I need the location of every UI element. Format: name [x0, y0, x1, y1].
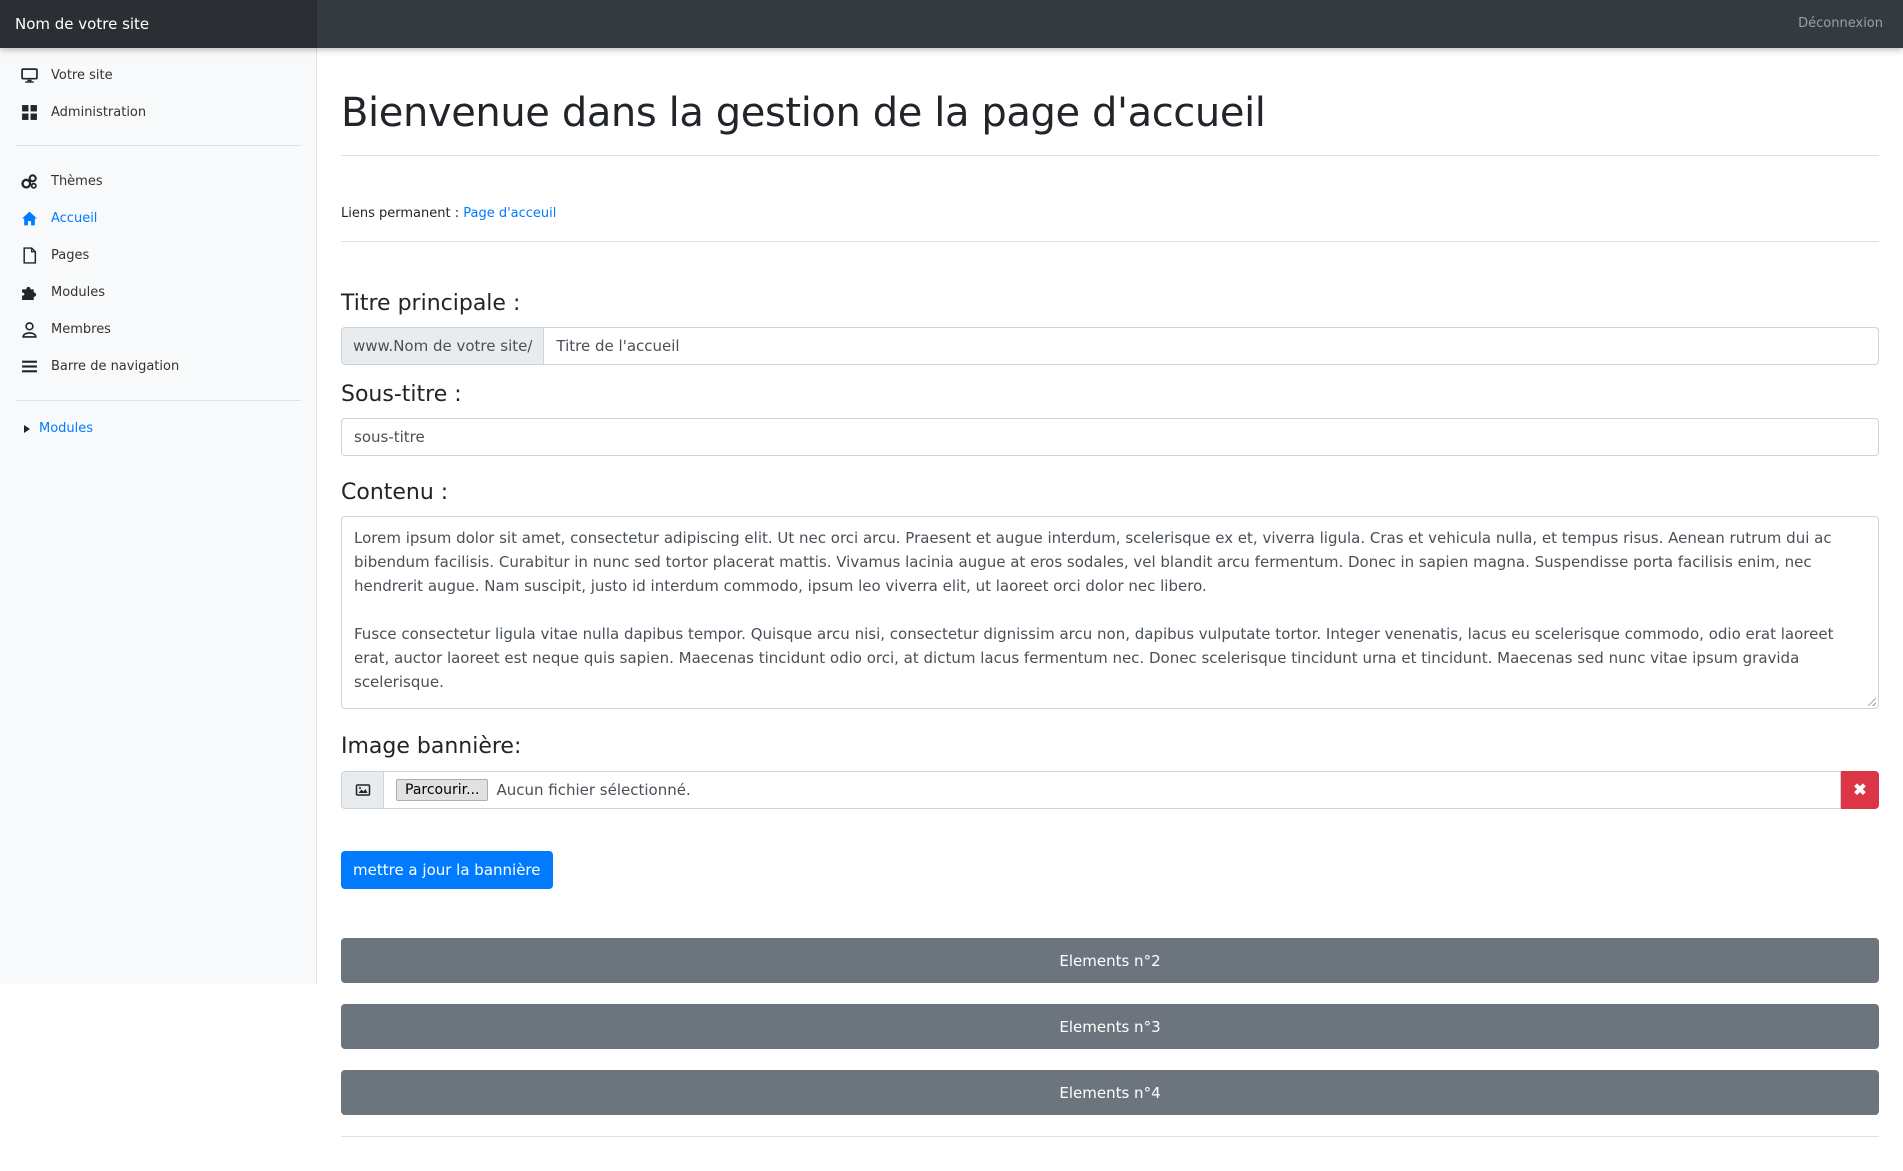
- content-label: Contenu :: [341, 480, 449, 505]
- main-title-group: www.Nom de votre site/: [341, 327, 1879, 365]
- monitor-icon: [20, 66, 38, 84]
- sidebar-item-label: Membres: [51, 321, 111, 337]
- sidebar-item-label: Pages: [51, 247, 90, 263]
- sidebar-item-label: Modules: [51, 284, 106, 300]
- file-status-text: Aucun fichier sélectionné.: [496, 781, 691, 799]
- element-2-button[interactable]: Elements n°2: [341, 938, 1879, 983]
- content-paragraph: Lorem ipsum dolor sit amet, consectetur …: [354, 529, 1832, 595]
- element-4-button[interactable]: Elements n°4: [341, 1070, 1879, 1115]
- cogs-icon: [20, 172, 38, 190]
- subtitle-input[interactable]: [341, 418, 1879, 456]
- element-3-button[interactable]: Elements n°3: [341, 1004, 1879, 1049]
- sidebar-divider: [16, 400, 301, 401]
- main-title-label: Titre principale :: [341, 291, 521, 316]
- url-prefix-addon: www.Nom de votre site/: [341, 327, 544, 365]
- permalink-label: Liens permanent :: [341, 206, 460, 221]
- user-icon: [20, 320, 38, 338]
- home-icon: [20, 209, 38, 227]
- subtitle-group: [341, 418, 1879, 456]
- banner-file-input[interactable]: Parcourir... Aucun fichier sélectionné.: [383, 771, 1841, 809]
- permalink-link[interactable]: Page d'acceuil: [463, 206, 556, 221]
- divider: [341, 155, 1879, 156]
- sidebar-item-label: Votre site: [51, 67, 113, 83]
- sidebar-item-pages[interactable]: Pages: [20, 245, 89, 265]
- banner-label: Image bannière:: [341, 734, 522, 759]
- sidebar-item-label: Thèmes: [51, 173, 103, 189]
- sidebar-item-themes[interactable]: Thèmes: [20, 171, 103, 191]
- sidebar-item-modules[interactable]: Modules: [20, 282, 105, 302]
- content-textarea[interactable]: Lorem ipsum dolor sit amet, consectetur …: [341, 516, 1879, 709]
- bars-icon: [20, 357, 38, 375]
- sidebar-item-accueil[interactable]: Accueil: [20, 208, 97, 228]
- close-icon: ✖: [1853, 782, 1867, 799]
- sidebar-item-votre-site[interactable]: Votre site: [20, 65, 113, 85]
- divider: [341, 1136, 1879, 1137]
- caret-right-icon: [24, 424, 30, 433]
- image-icon: [341, 771, 383, 809]
- sidebar-divider: [16, 145, 301, 146]
- modules-collapsible[interactable]: Modules: [24, 421, 93, 436]
- content-paragraph: Fusce consectetur ligula vitae nulla dap…: [354, 625, 1834, 691]
- modules-collapsible-label: Modules: [39, 421, 94, 436]
- subtitle-label: Sous-titre :: [341, 382, 462, 407]
- sidebar-item-label: Barre de navigation: [51, 358, 180, 374]
- resize-handle[interactable]: [1868, 698, 1876, 706]
- page-title: Bienvenue dans la gestion de la page d'a…: [341, 90, 1266, 136]
- banner-file-group: Parcourir... Aucun fichier sélectionné. …: [341, 771, 1879, 809]
- permalink-row: Liens permanent : Page d'acceuil: [341, 206, 556, 221]
- remove-file-button[interactable]: ✖: [1841, 771, 1879, 809]
- sidebar: Votre site Administration Thèmes Accueil…: [0, 48, 317, 984]
- puzzle-icon: [20, 283, 38, 301]
- sidebar-item-membres[interactable]: Membres: [20, 319, 111, 339]
- main-title-input[interactable]: [543, 327, 1879, 365]
- dashboard-grid-icon: [20, 103, 38, 121]
- sidebar-item-label: Accueil: [51, 210, 98, 226]
- browse-button[interactable]: Parcourir...: [396, 779, 489, 801]
- top-navbar: Nom de votre site Déconnexion: [0, 0, 1903, 48]
- sidebar-item-label: Administration: [51, 104, 147, 120]
- site-brand[interactable]: Nom de votre site: [0, 0, 317, 48]
- file-icon: [20, 246, 38, 264]
- divider: [341, 241, 1879, 242]
- logout-link[interactable]: Déconnexion: [1798, 0, 1883, 48]
- update-banner-button[interactable]: mettre a jour la bannière: [341, 851, 553, 889]
- sidebar-item-barre-navigation[interactable]: Barre de navigation: [20, 356, 179, 376]
- sidebar-item-administration[interactable]: Administration: [20, 102, 146, 122]
